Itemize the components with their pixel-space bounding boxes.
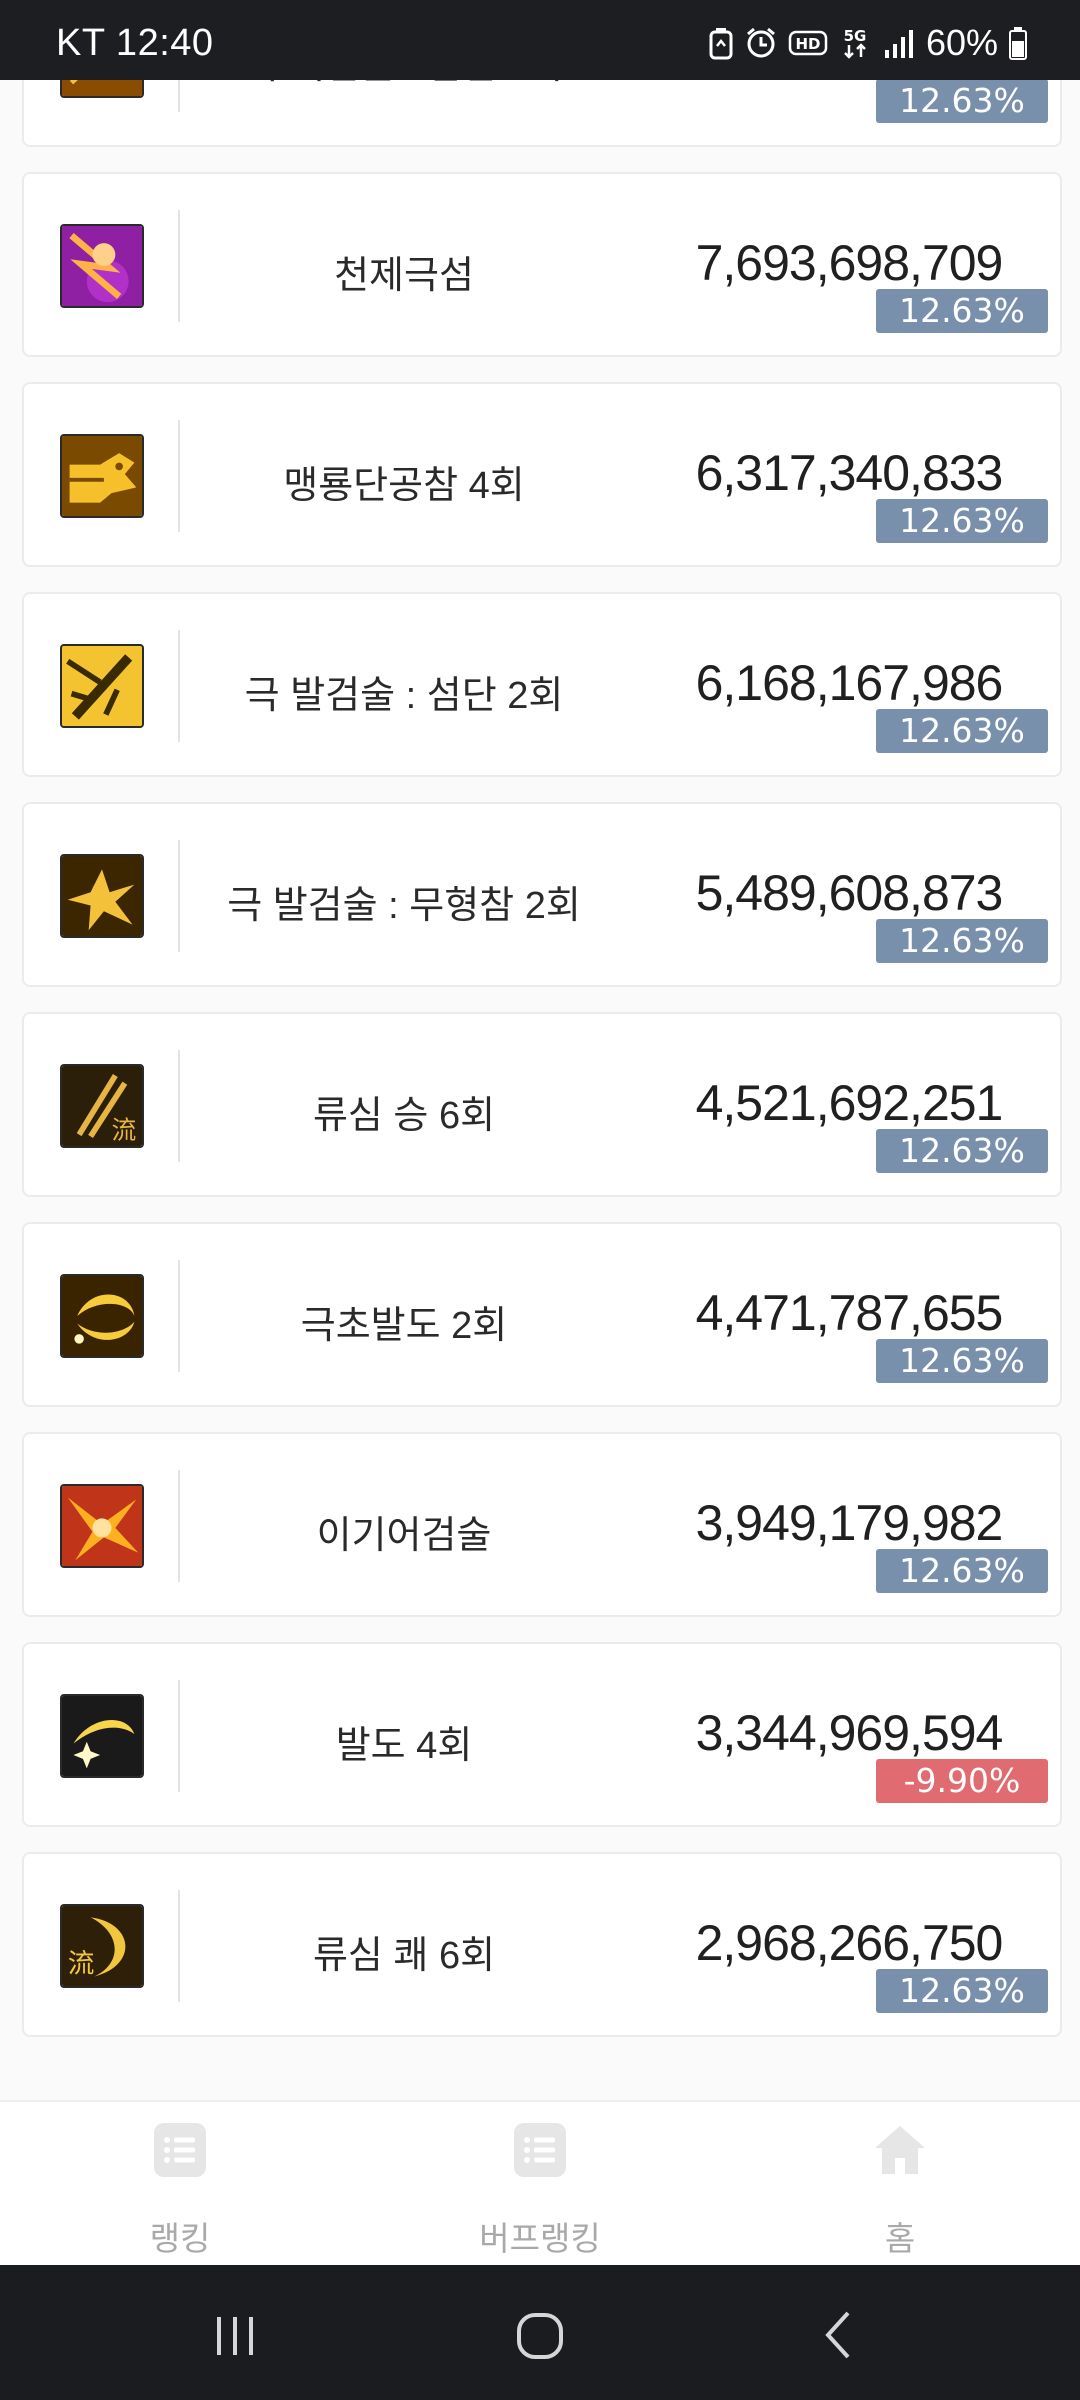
skill-damage-card[interactable]: 발도 4회 3,344,969,594 -9.90%: [22, 1642, 1062, 1827]
recent-apps-icon[interactable]: [195, 2305, 275, 2365]
change-percent-badge: 12.63%: [876, 1339, 1048, 1383]
divider: [178, 1680, 180, 1792]
drawn-sword-icon: [60, 644, 144, 728]
skill-name: 발도 4회: [335, 1725, 473, 1767]
skill-damage-card[interactable]: 맹룡단공참 4회 6,317,340,833 12.63%: [22, 382, 1062, 567]
damage-value: 3,949,179,982: [695, 1495, 1004, 1551]
change-percent-badge: -9.90%: [876, 1759, 1048, 1803]
damage-value: 6,317,340,833: [695, 445, 1004, 501]
hd-icon: HD: [788, 26, 828, 60]
damage-value: 5,489,608,873: [695, 865, 1004, 921]
damage-value: 7,693,698,709: [695, 235, 1004, 291]
change-percent-badge: 12.63%: [876, 1969, 1048, 2013]
nav-buff-ranking[interactable]: 버프랭킹: [360, 2102, 720, 2267]
list-icon: [513, 2122, 567, 2178]
skill-name: 맹룡단공참 4회: [283, 465, 525, 507]
skill-name: 극초발도 2회: [300, 1305, 508, 1347]
dragon-head-icon: [60, 434, 144, 518]
divider: [178, 1890, 180, 2002]
divider: [178, 1470, 180, 1582]
skill-name: 극 발검술 : 무형참 2회: [227, 885, 581, 927]
skill-damage-card[interactable]: 극 귀검술 : 심검 3회11,017,862,60112.63%: [22, 80, 1062, 147]
alarm-icon: [744, 26, 778, 60]
damage-value: 4,471,787,655: [695, 1285, 1004, 1341]
divider: [178, 1260, 180, 1372]
damage-list-viewport[interactable]: 극 귀검술 : 심검 3회11,017,862,60112.63% 천제극섬 7,6…: [0, 80, 1080, 2100]
carrier-time: KT 12:40: [56, 22, 214, 64]
divider: [178, 1050, 180, 1162]
divider: [178, 840, 180, 952]
damage-value: 3,344,969,594: [695, 1705, 1004, 1761]
network-badge-text: 5G: [844, 27, 867, 45]
skill-damage-card[interactable]: 천제극섬 7,693,698,709 12.63%: [22, 172, 1062, 357]
quick-draw-icon: [60, 1694, 144, 1778]
change-percent-badge: 12.63%: [876, 289, 1048, 333]
divider: [178, 420, 180, 532]
nav-ranking-label: 랭킹: [149, 2220, 211, 2257]
hd-badge-text: HD: [795, 35, 820, 53]
damage-value: 4,521,692,251: [695, 1075, 1004, 1131]
nav-home-label: 홈: [884, 2220, 916, 2257]
svg-text:流: 流: [68, 1949, 95, 1980]
change-percent-badge: 12.63%: [876, 499, 1048, 543]
skill-damage-card[interactable]: 流 류심 쾌 6회 2,968,266,750 12.63%: [22, 1852, 1062, 2037]
skill-name: 극 발검술 : 섬단 2회: [244, 675, 564, 717]
list-icon: [153, 2122, 207, 2178]
recycle-icon: [708, 26, 734, 60]
skill-name: 극 귀검술 : 심검 3회: [194, 80, 614, 89]
home-icon: [873, 2122, 927, 2178]
sword-ring-icon: [60, 80, 144, 98]
change-percent-badge: 12.63%: [876, 1549, 1048, 1593]
status-icons: HD 5G 60%: [708, 22, 1028, 64]
skill-damage-card[interactable]: 이기어검술 3,949,179,982 12.63%: [22, 1432, 1062, 1617]
celestial-flash-icon: [60, 224, 144, 308]
ryu-slash-icon: 流: [60, 1064, 144, 1148]
5g-icon: 5G: [838, 26, 872, 60]
skill-damage-card[interactable]: 극 발검술 : 무형참 2회 5,489,608,873 12.63%: [22, 802, 1062, 987]
skill-damage-card[interactable]: 流 류심 승 6회 4,521,692,251 12.63%: [22, 1012, 1062, 1197]
bottom-navigation: 랭킹 버프랭킹 홈: [0, 2100, 1080, 2265]
skill-damage-card[interactable]: 극초발도 2회 4,471,787,655 12.63%: [22, 1222, 1062, 1407]
burst-slash-icon: [60, 854, 144, 938]
svg-text:流: 流: [112, 1115, 137, 1144]
nav-home[interactable]: 홈: [720, 2102, 1080, 2267]
signal-icon: [882, 26, 916, 60]
change-percent-badge: 12.63%: [876, 919, 1048, 963]
divider: [178, 630, 180, 742]
nav-ranking[interactable]: 랭킹: [0, 2102, 360, 2267]
back-icon[interactable]: [800, 2305, 880, 2365]
skill-name: 류심 쾌 6회: [312, 1935, 496, 1977]
divider: [178, 80, 180, 112]
system-navigation-bar: [0, 2265, 1080, 2400]
status-bar: KT 12:40 HD 5G 60%: [0, 0, 1080, 80]
skill-name: 이기어검술: [316, 1515, 492, 1557]
ryu-swift-icon: 流: [60, 1904, 144, 1988]
nav-buff-ranking-label: 버프랭킹: [479, 2220, 601, 2257]
change-percent-badge: 12.63%: [876, 1129, 1048, 1173]
battery-icon: [1008, 26, 1028, 60]
change-percent-badge: 12.63%: [876, 709, 1048, 753]
skill-name: 천제극섬: [334, 255, 474, 297]
crescent-draw-icon: [60, 1274, 144, 1358]
skill-damage-card[interactable]: 극 발검술 : 섬단 2회 6,168,167,986 12.63%: [22, 592, 1062, 777]
flying-sword-icon: [60, 1484, 144, 1568]
divider: [178, 210, 180, 322]
change-percent-badge: 12.63%: [876, 80, 1048, 123]
damage-value: 6,168,167,986: [695, 655, 1004, 711]
damage-value: 2,968,266,750: [695, 1915, 1004, 1971]
home-button-icon[interactable]: [500, 2305, 580, 2365]
skill-name: 류심 승 6회: [312, 1095, 496, 1137]
battery-percent: 60%: [925, 22, 998, 63]
